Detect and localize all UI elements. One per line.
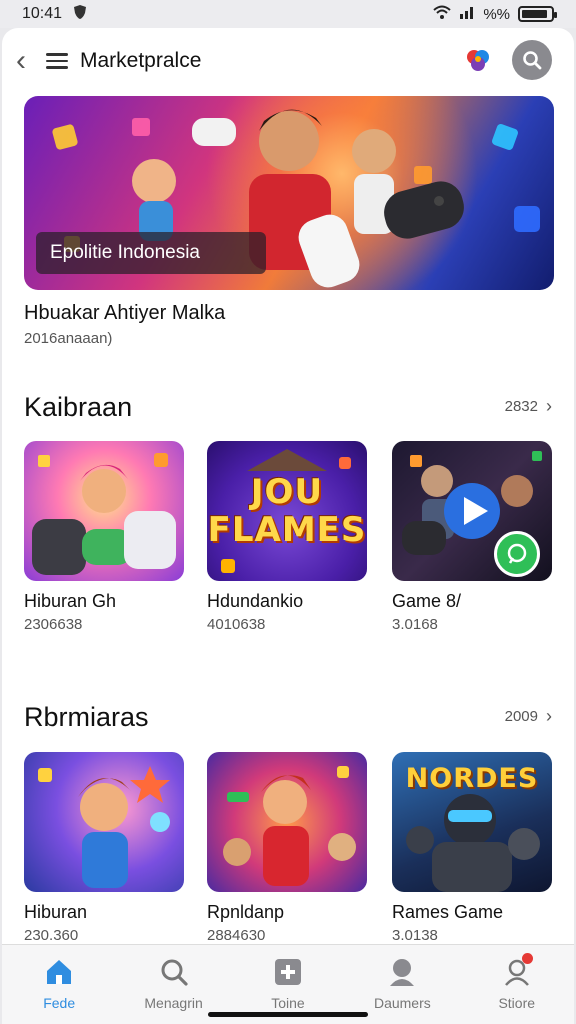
back-button[interactable]: ‹ — [16, 46, 42, 76]
game-card-subtitle: 4010638 — [207, 616, 266, 633]
gamepad-icon — [271, 955, 305, 989]
game-thumbnail — [392, 441, 552, 581]
battery-fill — [522, 10, 548, 18]
chat-icon — [507, 543, 527, 564]
game-card-subtitle: 3.0168 — [392, 616, 438, 633]
game-thumbnail: JOU FLAMES — [207, 441, 367, 581]
game-card[interactable]: Rpnldanp 2884630 — [207, 752, 369, 944]
tab-home[interactable]: Fede — [4, 955, 114, 1011]
battery-icon — [518, 6, 557, 22]
tab-label: Daumers — [373, 995, 431, 1011]
featured-subtitle: 2016anaaan) — [24, 330, 113, 347]
menu-button[interactable] — [46, 53, 68, 69]
tab-search[interactable]: Menagrin — [119, 955, 229, 1011]
game-card-subtitle: 2884630 — [207, 927, 266, 944]
status-right: %% — [433, 5, 557, 23]
status-time: 10:41 — [22, 5, 63, 22]
game-card-subtitle: 2306638 — [24, 616, 83, 633]
brand-logo-icon — [464, 46, 492, 74]
app-screen: ‹ Marketpralce Epolitie Indonesia Hbuaka… — [2, 28, 574, 1024]
home-icon — [42, 955, 76, 989]
game-thumbnail — [24, 752, 184, 892]
game-card-subtitle: 230.360 — [24, 927, 79, 944]
featured-title[interactable]: Hbuakar Ahtiyer Malka — [24, 302, 225, 325]
game-card[interactable]: Hiburan Gh 2306638 — [24, 441, 186, 633]
status-bar: 10:41 %% — [0, 0, 576, 28]
banner-caption: Epolitie Indonesia — [36, 232, 266, 274]
section-title: Rbrmiaras — [24, 702, 149, 732]
app-header: ‹ Marketpralce — [2, 28, 574, 94]
game-card-subtitle: 3.0138 — [392, 927, 438, 944]
chevron-right-icon: › — [546, 706, 552, 726]
section-count: 2832 — [504, 398, 538, 415]
menu-line — [46, 59, 68, 63]
signal-text: %% — [483, 5, 510, 23]
tab-label: Menagrin — [144, 995, 203, 1011]
search-button[interactable] — [512, 40, 552, 80]
status-left: 10:41 — [22, 4, 88, 25]
game-card[interactable]: Hiburan 230.360 — [24, 752, 186, 944]
game-thumbnail: NORDES — [392, 752, 552, 892]
search-icon — [157, 955, 191, 989]
person-icon — [385, 955, 419, 989]
chat-button[interactable] — [494, 531, 540, 577]
menu-line — [46, 66, 68, 69]
notification-badge — [521, 953, 533, 964]
signal-icon — [459, 5, 475, 23]
tab-store[interactable]: Stiore — [462, 953, 572, 1011]
section-see-all[interactable]: 2832 › — [505, 396, 552, 417]
featured-banner[interactable]: Epolitie Indonesia — [24, 96, 554, 290]
game-thumbnail-text: JOU FLAMES — [207, 472, 367, 550]
chevron-right-icon: › — [546, 396, 552, 416]
tab-label: Toine — [271, 995, 305, 1011]
wifi-icon — [433, 5, 451, 23]
tab-users[interactable]: Daumers — [347, 955, 457, 1011]
section-see-all[interactable]: 2009 › — [505, 706, 552, 727]
game-card-title: Hiburan Gh — [24, 591, 117, 611]
section-count: 2009 — [504, 708, 538, 725]
page-title: Marketpralce — [80, 49, 202, 72]
game-card-title: Hiburan — [24, 902, 88, 922]
game-thumbnail — [24, 441, 184, 581]
game-card-title: Rames Game — [392, 902, 504, 922]
tab-label: Stiore — [498, 995, 536, 1011]
game-thumbnail-text: NORDES — [405, 763, 539, 794]
game-card[interactable]: JOU FLAMES Hdundankio 4010638 — [207, 441, 369, 633]
game-thumbnail — [207, 752, 367, 892]
tab-games[interactable]: Toine — [233, 955, 343, 1011]
section-title: Kaibraan — [24, 392, 133, 422]
game-card[interactable]: NORDES Rames Game 3.0138 — [392, 752, 554, 944]
tab-label: Fede — [43, 995, 76, 1011]
game-card[interactable]: Game 8/ 3.0168 — [392, 441, 554, 633]
home-indicator — [208, 1012, 368, 1017]
game-card-title: Hdundankio — [207, 591, 304, 611]
menu-line — [46, 53, 68, 56]
search-icon — [523, 51, 542, 70]
game-card-title: Game 8/ — [392, 591, 462, 611]
shield-icon — [72, 4, 88, 25]
game-card-title: Rpnldanp — [207, 902, 285, 922]
